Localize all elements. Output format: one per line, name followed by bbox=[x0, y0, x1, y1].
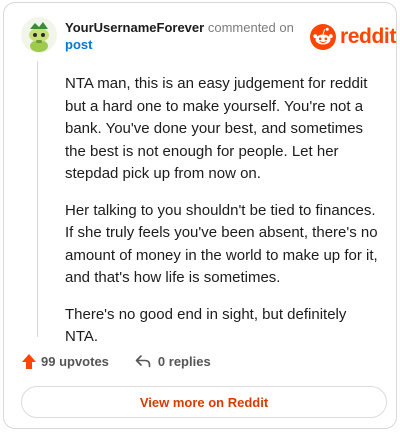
comment-body: NTA man, this is an easy judgement for r… bbox=[65, 73, 381, 363]
thread-line bbox=[37, 61, 38, 337]
comment-actions: 99 upvotes 0 replies bbox=[21, 351, 211, 371]
upvote-button[interactable]: 99 upvotes bbox=[21, 353, 109, 370]
reddit-logo[interactable]: reddit bbox=[310, 22, 396, 52]
reply-button[interactable]: 0 replies bbox=[135, 354, 211, 369]
comment-meta: YourUsernameForever commented on post bbox=[65, 19, 295, 53]
upvote-count: 99 upvotes bbox=[41, 353, 109, 369]
comment-paragraph-1: NTA man, this is an easy judgement for r… bbox=[65, 75, 368, 182]
reply-count: 0 replies bbox=[157, 353, 211, 369]
avatar[interactable] bbox=[21, 17, 57, 53]
commented-on-text: commented on bbox=[207, 20, 294, 35]
comment-paragraph-2: Her talking to you shouldn't be tied to … bbox=[65, 201, 378, 287]
username-link[interactable]: YourUsernameForever bbox=[65, 20, 204, 35]
avatar-snoo-icon bbox=[21, 17, 57, 53]
reddit-wordmark: reddit bbox=[340, 25, 396, 48]
view-more-button[interactable]: View more on Reddit bbox=[21, 386, 387, 418]
post-link[interactable]: post bbox=[65, 36, 295, 53]
reddit-snoo-icon bbox=[310, 24, 336, 50]
comment-paragraph-3: There's no good end in sight, but defini… bbox=[65, 305, 347, 346]
comment-embed-card: YourUsernameForever commented on post re… bbox=[3, 2, 397, 429]
upvote-arrow-icon bbox=[22, 353, 36, 369]
reply-arrow-icon bbox=[135, 355, 151, 368]
